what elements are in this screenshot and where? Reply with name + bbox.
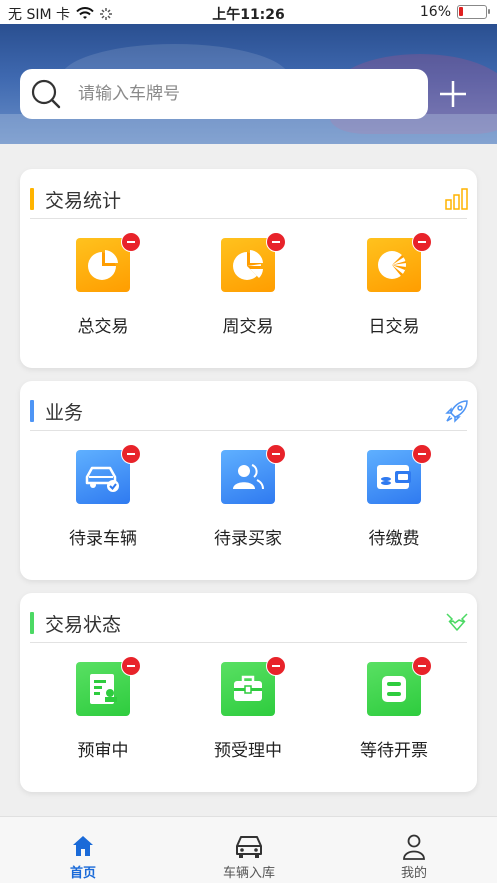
pending-buyer-entry-button[interactable]: 待录买家 bbox=[188, 444, 308, 550]
bottom-tab-bar: 首页 车辆入库 我的 bbox=[0, 816, 497, 883]
notification-badge bbox=[266, 656, 286, 676]
section-title: 业务 bbox=[45, 402, 84, 424]
person-icon bbox=[403, 834, 425, 860]
section-accent-bar bbox=[30, 400, 34, 422]
section-accent-bar bbox=[30, 612, 34, 634]
rocket-icon bbox=[445, 400, 468, 423]
pre-acceptance-button[interactable]: 预受理中 bbox=[188, 656, 308, 762]
bar-chart-icon bbox=[445, 188, 468, 210]
tab-label: 首页 bbox=[69, 866, 96, 881]
handshake-icon bbox=[446, 613, 468, 631]
tab-label: 车辆入库 bbox=[222, 866, 275, 881]
daily-transactions-button[interactable]: 日交易 bbox=[334, 232, 454, 338]
item-label: 预受理中 bbox=[214, 741, 282, 761]
tab-profile[interactable]: 我的 bbox=[354, 817, 474, 883]
item-label: 待缴费 bbox=[368, 529, 420, 549]
search-box[interactable] bbox=[20, 69, 428, 119]
total-transactions-button[interactable]: 总交易 bbox=[43, 232, 163, 338]
item-label: 待录车辆 bbox=[69, 529, 137, 549]
battery-percent: 16% bbox=[419, 4, 451, 20]
section-business: 业务 待录车辆 待录买家 待缴费 bbox=[20, 381, 477, 580]
item-label: 周交易 bbox=[222, 317, 274, 337]
search-icon bbox=[31, 79, 61, 109]
tab-label: 我的 bbox=[400, 866, 427, 881]
notification-badge bbox=[121, 444, 141, 464]
notification-badge bbox=[412, 232, 432, 252]
weekly-transactions-button[interactable]: 周交易 bbox=[188, 232, 308, 338]
notification-badge bbox=[412, 656, 432, 676]
item-label: 日交易 bbox=[368, 317, 420, 337]
section-transaction-stats: 交易统计 总交易 周交易 日交易 bbox=[20, 169, 477, 368]
status-bar: 无 SIM 卡 上午11:26 16% bbox=[0, 0, 497, 24]
car-front-icon bbox=[236, 836, 262, 858]
notification-badge bbox=[412, 444, 432, 464]
battery-icon bbox=[457, 5, 490, 19]
plate-search-input[interactable] bbox=[78, 84, 378, 104]
notification-badge bbox=[121, 656, 141, 676]
tab-home[interactable]: 首页 bbox=[23, 817, 143, 883]
item-label: 预审中 bbox=[77, 741, 129, 761]
section-title: 交易状态 bbox=[45, 614, 122, 636]
item-label: 总交易 bbox=[77, 317, 129, 337]
pending-payment-button[interactable]: 待缴费 bbox=[334, 444, 454, 550]
notification-badge bbox=[266, 444, 286, 464]
pre-review-button[interactable]: 预审中 bbox=[43, 656, 163, 762]
item-label: 等待开票 bbox=[360, 741, 428, 761]
notification-badge bbox=[121, 232, 141, 252]
add-icon[interactable] bbox=[437, 78, 469, 110]
section-transaction-status: 交易状态 预审中 预受理中 等待开票 bbox=[20, 593, 477, 792]
tab-vehicle-storage[interactable]: 车辆入库 bbox=[189, 817, 309, 883]
section-title: 交易统计 bbox=[45, 190, 122, 212]
awaiting-invoice-button[interactable]: 等待开票 bbox=[334, 656, 454, 762]
notification-badge bbox=[266, 232, 286, 252]
home-icon bbox=[73, 836, 93, 856]
item-label: 待录买家 bbox=[214, 529, 282, 549]
section-accent-bar bbox=[30, 188, 34, 210]
pending-vehicle-entry-button[interactable]: 待录车辆 bbox=[43, 444, 163, 550]
